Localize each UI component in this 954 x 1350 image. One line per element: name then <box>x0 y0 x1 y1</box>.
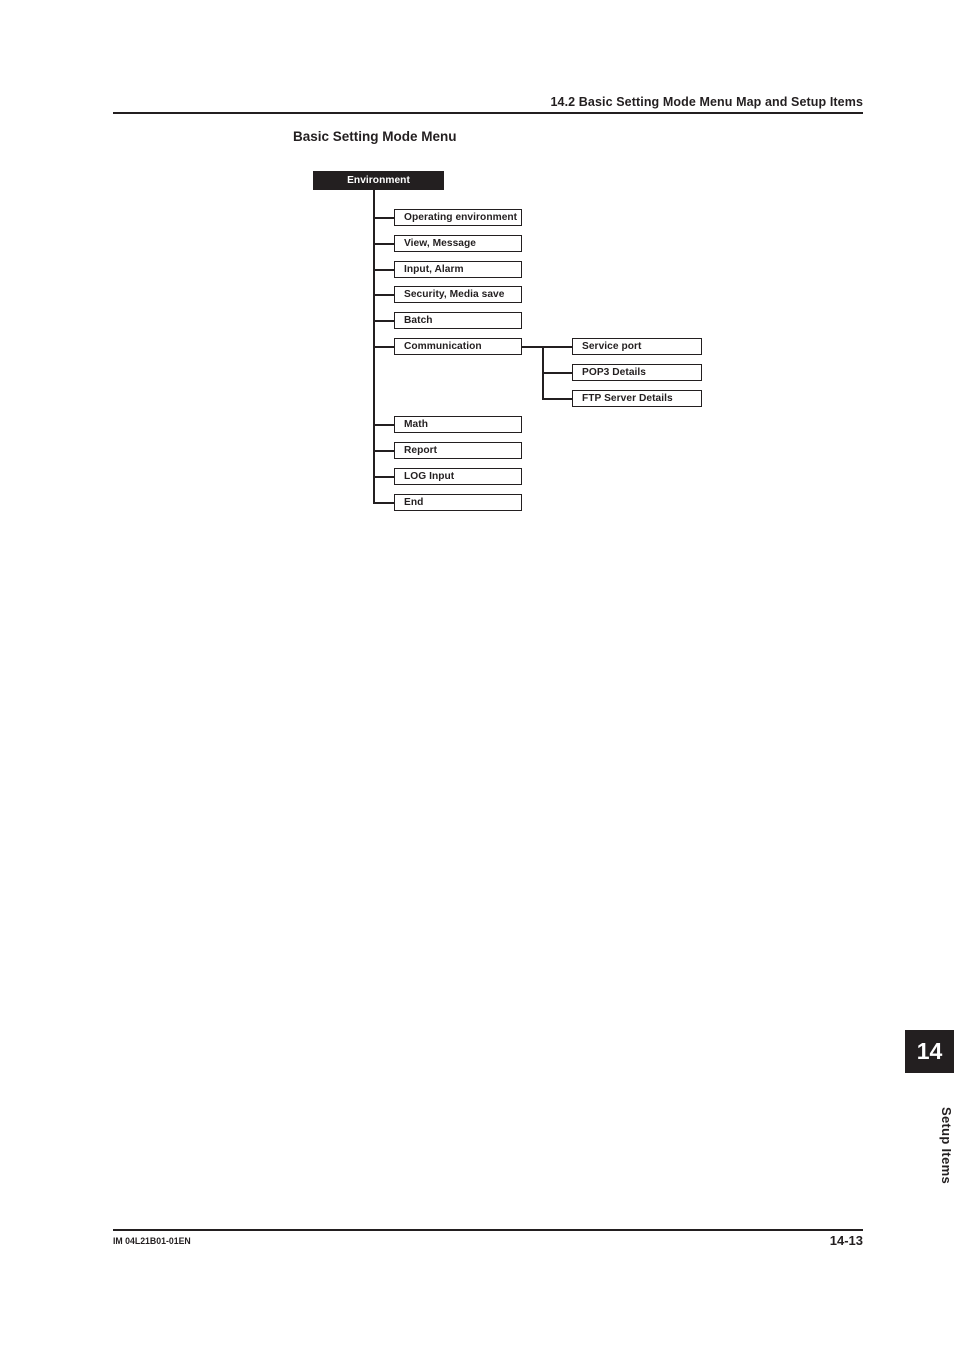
connector-stub-pop3-details <box>542 372 572 374</box>
chapter-number: 14 <box>916 1038 943 1064</box>
diagram-node-label: Service port <box>582 341 642 352</box>
diagram-node-label: Operating environment <box>404 212 518 223</box>
connector-stub-log-input <box>373 476 394 478</box>
diagram-node-log-input: LOG Input <box>394 468 522 485</box>
diagram-node-label: Batch <box>404 315 433 326</box>
diagram-node-root: Environment <box>313 171 444 190</box>
diagram-node-input-alarm: Input, Alarm <box>394 261 522 278</box>
diagram-node-label: Report <box>404 445 438 456</box>
chapter-label: Setup Items <box>939 1106 954 1184</box>
diagram-node-report: Report <box>394 442 522 459</box>
page-number: 14-13 <box>829 1233 863 1248</box>
diagram-node-label: Math <box>404 419 428 430</box>
connector-stub-view-message <box>373 243 394 245</box>
connector-stub-input-alarm <box>373 269 394 271</box>
diagram-node-batch: Batch <box>394 312 522 329</box>
connector-communication-to-subtrunk <box>522 346 544 348</box>
connector-stub-math <box>373 424 394 426</box>
diagram-node-pop3-details: POP3 Details <box>572 364 702 381</box>
connector-stub-security-media-save <box>373 294 394 296</box>
diagram-node-service-port: Service port <box>572 338 702 355</box>
menu-map-diagram: Environment Operating environment View, … <box>0 0 954 560</box>
diagram-node-label: FTP Server Details <box>582 393 673 404</box>
diagram-node-label: Communication <box>404 341 482 352</box>
diagram-node-math: Math <box>394 416 522 433</box>
connector-stub-report <box>373 450 394 452</box>
connector-stub-service-port <box>542 346 572 348</box>
diagram-node-label: Security, Media save <box>404 289 505 300</box>
connector-stub-end <box>373 502 394 504</box>
diagram-node-label: POP3 Details <box>582 367 647 378</box>
chapter-label-vertical: Setup Items <box>905 1080 954 1210</box>
diagram-node-end: End <box>394 494 522 511</box>
diagram-node-ftp-server-details: FTP Server Details <box>572 390 702 407</box>
footer-divider <box>113 1229 863 1231</box>
diagram-node-operating-environment: Operating environment <box>394 209 522 226</box>
diagram-node-view-message: View, Message <box>394 235 522 252</box>
connector-stub-batch <box>373 320 394 322</box>
diagram-node-label: End <box>404 497 424 508</box>
chapter-number-tab: 14 <box>905 1030 954 1073</box>
diagram-node-root-label: Environment <box>347 175 410 186</box>
diagram-node-label: View, Message <box>404 238 477 249</box>
connector-stub-ftp-server-details <box>542 398 572 400</box>
diagram-node-label: Input, Alarm <box>404 264 464 275</box>
diagram-node-security-media-save: Security, Media save <box>394 286 522 303</box>
diagram-node-communication: Communication <box>394 338 522 355</box>
connector-stub-communication <box>373 346 394 348</box>
diagram-node-label: LOG Input <box>404 471 455 482</box>
connector-stub-operating-environment <box>373 217 394 219</box>
